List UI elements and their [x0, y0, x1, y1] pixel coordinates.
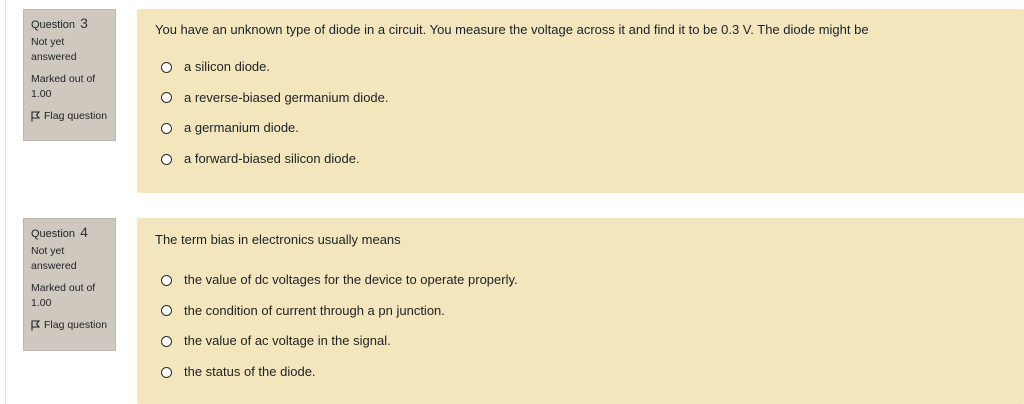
answer-option-label: the condition of current through a pn ju… [184, 302, 445, 318]
answer-option-label: a reverse-biased germanium diode. [184, 89, 389, 105]
question-state: Not yet answered [31, 245, 77, 272]
answer-options: the value of dc voltages for the device … [155, 270, 1007, 382]
question-3: Question 3 Not yet answered Marked out o… [0, 9, 1024, 193]
question-label: Question [31, 19, 76, 31]
question-label: Question [31, 228, 76, 240]
answer-option-label: a germanium diode. [184, 120, 299, 136]
flag-question-button[interactable]: Flag question [31, 318, 108, 333]
question-grade: Marked out of 1.00 [31, 73, 96, 100]
radio-unchecked-icon[interactable] [161, 61, 172, 73]
answer-option[interactable]: a reverse-biased germanium diode. [155, 88, 1007, 108]
radio-unchecked-icon[interactable] [161, 305, 172, 317]
question-grade: Marked out of 1.00 [31, 282, 96, 309]
question-content: The term bias in electronics usually mea… [137, 218, 1024, 404]
flag-icon [31, 320, 40, 331]
answer-option-label: a forward-biased silicon diode. [184, 151, 360, 167]
flag-question-button[interactable]: Flag question [31, 109, 108, 124]
radio-unchecked-icon[interactable] [161, 92, 172, 104]
answer-option[interactable]: a forward-biased silicon diode. [155, 149, 1007, 169]
answer-option[interactable]: the condition of current through a pn ju… [155, 301, 1007, 321]
question-number-value: 4 [80, 224, 89, 240]
answer-option[interactable]: the value of dc voltages for the device … [155, 270, 1007, 290]
flag-question-label: Flag question [44, 110, 108, 122]
answer-option[interactable]: the value of ac voltage in the signal. [155, 331, 1007, 351]
answer-options: a silicon diode. a reverse-biased german… [155, 57, 1007, 169]
question-4: Question 4 Not yet answered Marked out o… [0, 218, 1024, 404]
question-number-value: 3 [80, 15, 89, 31]
radio-unchecked-icon[interactable] [161, 274, 172, 286]
answer-option-label: a silicon diode. [184, 59, 270, 74]
flag-icon [31, 111, 40, 122]
radio-unchecked-icon[interactable] [161, 335, 172, 347]
question-content: You have an unknown type of diode in a c… [137, 9, 1024, 193]
answer-option[interactable]: a germanium diode. [155, 118, 1007, 138]
radio-unchecked-icon[interactable] [161, 366, 172, 378]
question-info-panel: Question 4 Not yet answered Marked out o… [23, 218, 116, 351]
radio-unchecked-icon[interactable] [161, 122, 172, 134]
question-text: You have an unknown type of diode in a c… [155, 22, 869, 37]
flag-question-label: Flag question [44, 319, 108, 331]
answer-option[interactable]: the status of the diode. [155, 362, 1007, 382]
question-info-panel: Question 3 Not yet answered Marked out o… [23, 9, 116, 141]
radio-unchecked-icon[interactable] [161, 153, 172, 165]
answer-option-label: the status of the diode. [184, 364, 316, 380]
question-text: The term bias in electronics usually mea… [155, 232, 401, 247]
question-number: Question 3 [31, 16, 108, 33]
answer-option[interactable]: a silicon diode. [155, 57, 1007, 77]
question-state: Not yet answered [31, 36, 77, 63]
answer-option-label: the value of dc voltages for the device … [184, 272, 518, 287]
answer-option-label: the value of ac voltage in the signal. [184, 333, 391, 349]
question-number: Question 4 [31, 225, 108, 242]
